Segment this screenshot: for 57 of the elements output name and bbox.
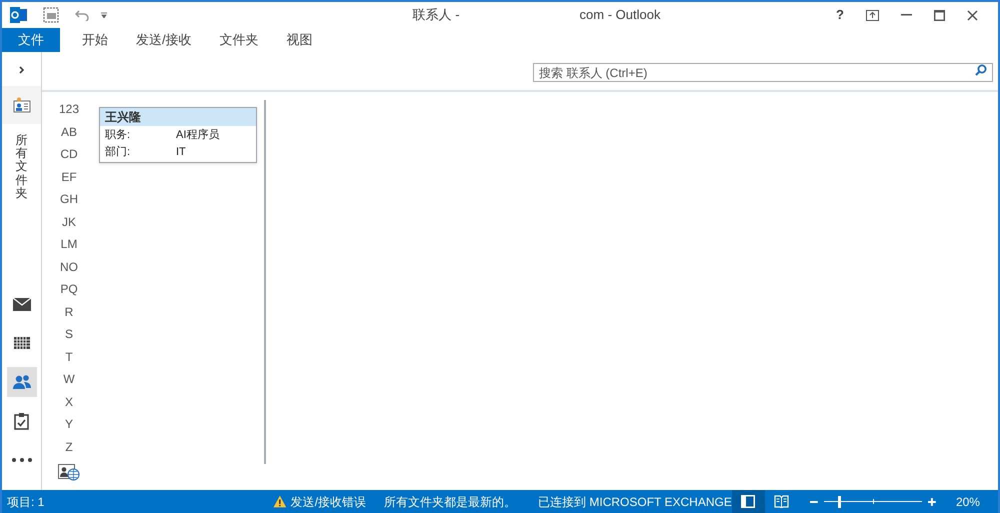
index-letter-button[interactable]: X (64, 390, 73, 413)
view-button[interactable] (732, 490, 766, 513)
warning-icon (273, 495, 287, 508)
index-letter-button[interactable]: JK (62, 210, 76, 233)
help-button[interactable]: ? (836, 5, 844, 25)
calendar-icon (14, 337, 30, 349)
item-count: 项目: 1 (6, 494, 46, 510)
index-letter-button[interactable]: S (64, 323, 73, 346)
zoom-slider[interactable] (824, 496, 922, 508)
folder-pane-label[interactable]: 所有文件夹 (16, 134, 28, 200)
index-letter-button[interactable]: GH (60, 188, 78, 210)
undo-icon[interactable] (75, 9, 89, 21)
ribbon-display-icon[interactable] (866, 10, 879, 20)
connection-status: 已连接到 MICROSOFT EXCHANGE (538, 494, 732, 510)
index-letter-button[interactable]: R (64, 300, 74, 323)
tasks-icon (14, 412, 29, 430)
customize-caret-icon[interactable] (101, 12, 107, 18)
send-receive-error[interactable]: 发送/接收错误 (290, 492, 366, 510)
maximize-icon[interactable] (934, 10, 945, 20)
field-label: 部门: (105, 144, 132, 160)
contact-globe-icon[interactable] (58, 464, 80, 481)
people-icon (12, 374, 32, 390)
minimize-icon[interactable] (901, 14, 912, 16)
expand-chevron-icon[interactable] (18, 66, 24, 74)
index-letter-button[interactable]: Y (64, 413, 73, 436)
more-icon (12, 458, 32, 462)
search-field[interactable]: 搜索 联系人 (Ctrl+E) (533, 63, 993, 82)
contact-name: 王兴隆 (100, 108, 256, 126)
normal-view-icon (741, 495, 756, 508)
ribbon-tab[interactable]: 文件 (2, 28, 60, 52)
index-letter-button[interactable]: PQ (60, 278, 78, 300)
field-value: IT (176, 145, 186, 160)
mail-icon (12, 298, 30, 310)
sync-status: 所有文件夹都是最新的。 (384, 494, 516, 510)
field-label: 职务: (105, 128, 132, 143)
index-letter-button[interactable]: NO (60, 256, 78, 278)
close-icon[interactable] (967, 10, 978, 20)
send-receive-icon[interactable] (43, 7, 59, 23)
field-value: AI程序员 (176, 128, 220, 143)
window-title: com - Outlook (580, 6, 660, 24)
index-letter-button[interactable]: W (63, 368, 75, 390)
app-logo-icon (10, 7, 27, 23)
contact-card[interactable]: 王兴隆 职务: AI程序员 部门: IT (99, 107, 257, 163)
book-icon (774, 495, 790, 508)
index-letter-button[interactable]: Z (65, 436, 73, 458)
index-letter-button[interactable]: T (65, 346, 73, 368)
index-letter-button[interactable]: LM (60, 233, 78, 256)
zoom-level[interactable]: 20% (956, 492, 980, 510)
index-letter-button[interactable]: EF (61, 166, 77, 188)
index-letter-button[interactable]: AB (60, 120, 77, 143)
index-letter-button[interactable]: CD (60, 143, 78, 166)
search-icon[interactable] (975, 64, 987, 76)
zoom-in-icon[interactable] (928, 498, 936, 506)
slider-thumb[interactable] (838, 496, 841, 508)
contact-card-icon[interactable] (12, 97, 30, 113)
window-title: 联系人 - (412, 6, 460, 24)
index-letter-button[interactable]: 123 (58, 98, 80, 120)
